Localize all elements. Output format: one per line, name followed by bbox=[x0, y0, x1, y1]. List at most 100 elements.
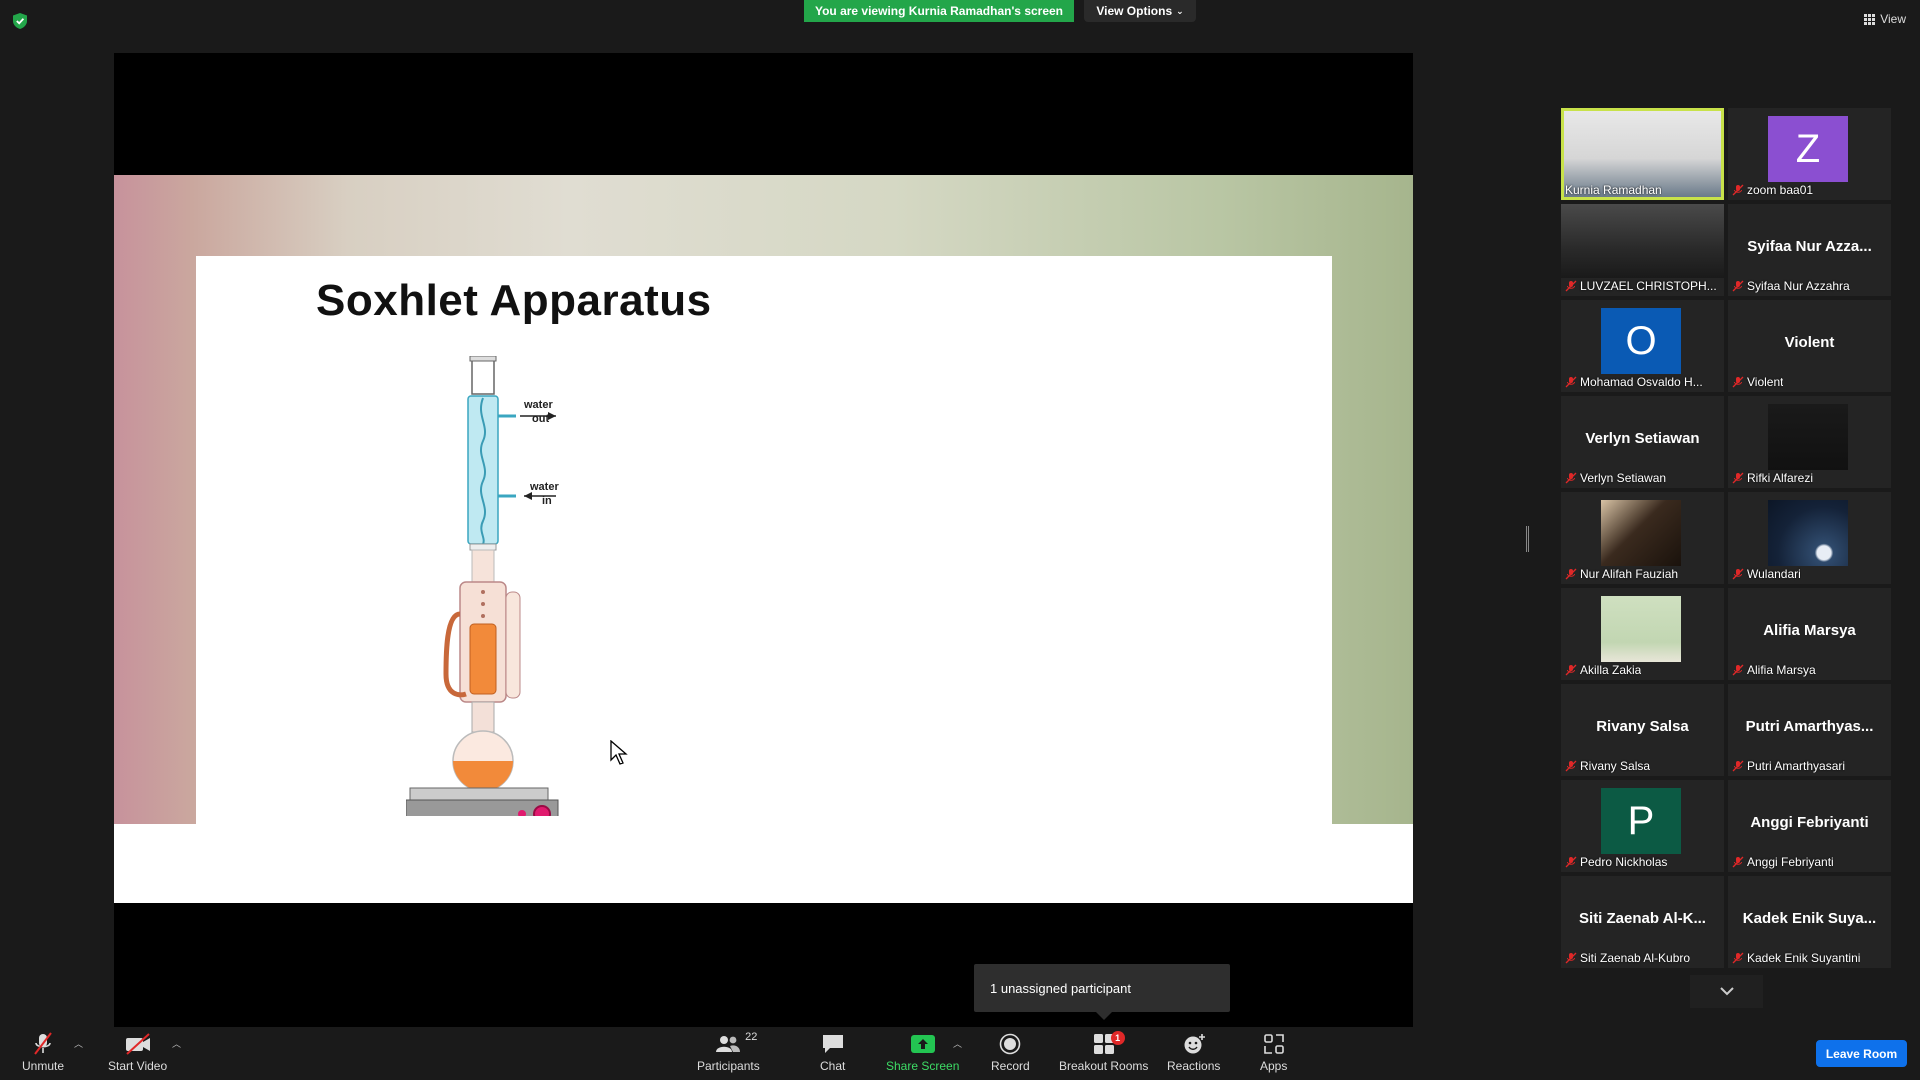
share-screen-label: Share Screen bbox=[886, 1059, 960, 1073]
participant-tile[interactable]: Zzoom baa01 bbox=[1728, 108, 1891, 200]
participant-name-label: Alifia Marsya bbox=[1732, 663, 1816, 677]
participants-icon bbox=[716, 1036, 741, 1052]
participant-tile[interactable]: Verlyn Setiawan Verlyn Setiawan bbox=[1561, 396, 1724, 488]
participant-name: Wulandari bbox=[1747, 567, 1801, 581]
participant-name: LUVZAEL CHRISTOPH... bbox=[1580, 279, 1717, 293]
participant-name-label: Anggi Febriyanti bbox=[1732, 855, 1834, 869]
participant-name: zoom baa01 bbox=[1747, 183, 1814, 197]
record-button[interactable]: Record bbox=[991, 1031, 1030, 1073]
breakout-rooms-label: Breakout Rooms bbox=[1059, 1059, 1149, 1073]
start-video-button[interactable]: Start Video bbox=[108, 1031, 167, 1073]
audio-options-caret-icon[interactable]: ︿ bbox=[74, 1037, 83, 1050]
participant-display-name: Putri Amarthyas... bbox=[1745, 718, 1874, 735]
record-label: Record bbox=[991, 1059, 1030, 1073]
zoom-meeting-window: You are viewing Kurnia Ramadhan's screen… bbox=[0, 0, 1920, 1080]
reactions-label: Reactions bbox=[1167, 1059, 1221, 1073]
participant-tile[interactable]: Rivany Salsa Rivany Salsa bbox=[1561, 684, 1724, 776]
participant-gallery: Kurnia Ramadhan Zzoom baa01 LUVZAEL CHRIST… bbox=[1561, 108, 1891, 968]
participant-name-label: Putri Amarthyasari bbox=[1732, 759, 1845, 773]
microphone-muted-icon bbox=[1732, 760, 1744, 772]
water-in-label-1: water bbox=[529, 481, 559, 493]
microphone-muted-icon bbox=[1565, 664, 1577, 676]
video-thumbnail bbox=[1561, 204, 1724, 278]
microphone-muted-icon bbox=[1732, 664, 1744, 676]
participant-tile[interactable]: Akilla Zakia bbox=[1561, 588, 1724, 680]
video-options-caret-icon[interactable]: ︿ bbox=[172, 1037, 181, 1050]
water-in-label-2: in bbox=[542, 495, 552, 507]
participant-name-label: Rivany Salsa bbox=[1565, 759, 1650, 773]
panel-resize-handle[interactable] bbox=[1526, 526, 1529, 552]
view-options-button[interactable]: View Options ⌄ bbox=[1084, 0, 1196, 22]
avatar: Z bbox=[1768, 116, 1848, 182]
microphone-muted-icon bbox=[1565, 472, 1577, 484]
viewing-screen-banner: You are viewing Kurnia Ramadhan's screen bbox=[804, 0, 1074, 22]
mouse-cursor-icon bbox=[610, 740, 628, 765]
participant-tile[interactable]: Siti Zaenab Al-K... Siti Zaenab Al-Kubro bbox=[1561, 876, 1724, 968]
participants-button[interactable]: 22 Participants bbox=[697, 1031, 760, 1073]
participant-name-label: Akilla Zakia bbox=[1565, 663, 1641, 677]
view-button[interactable]: View bbox=[1864, 12, 1906, 26]
view-options-label: View Options bbox=[1096, 4, 1173, 18]
video-off-icon bbox=[125, 1033, 150, 1055]
microphone-muted-icon bbox=[1565, 760, 1577, 772]
microphone-muted-icon bbox=[1732, 280, 1744, 292]
participant-name: Pedro Nickholas bbox=[1580, 855, 1668, 869]
participant-tile[interactable]: Violent Violent bbox=[1728, 300, 1891, 392]
apps-button[interactable]: Apps bbox=[1260, 1031, 1287, 1073]
participant-name: Kurnia Ramadhan bbox=[1565, 183, 1662, 197]
participant-name-label: Kurnia Ramadhan bbox=[1565, 183, 1662, 197]
share-screen-button[interactable]: Share Screen bbox=[886, 1031, 959, 1073]
participant-tile[interactable]: Nur Alifah Fauziah bbox=[1561, 492, 1724, 584]
participant-tile[interactable]: Anggi Febriyanti Anggi Febriyanti bbox=[1728, 780, 1891, 872]
participant-name: Akilla Zakia bbox=[1580, 663, 1642, 677]
participant-tile[interactable]: Wulandari bbox=[1728, 492, 1891, 584]
participant-name: Kadek Enik Suyantini bbox=[1747, 951, 1861, 965]
unmute-button[interactable]: Unmute bbox=[22, 1031, 64, 1073]
participant-name: Mohamad Osvaldo H... bbox=[1580, 375, 1703, 389]
participant-tile[interactable]: Alifia Marsya Alifia Marsya bbox=[1728, 588, 1891, 680]
participant-name-label: Rifki Alfarezi bbox=[1732, 471, 1813, 485]
microphone-muted-icon bbox=[1565, 952, 1577, 964]
security-shield-icon[interactable] bbox=[12, 12, 28, 30]
slide-title: Soxhlet Apparatus bbox=[316, 276, 712, 325]
share-options-caret-icon[interactable]: ︿ bbox=[953, 1037, 962, 1050]
participant-tile[interactable]: Kurnia Ramadhan bbox=[1561, 108, 1724, 200]
start-video-label: Start Video bbox=[108, 1059, 168, 1073]
participant-tile[interactable]: Kadek Enik Suya... Kadek Enik Suyantini bbox=[1728, 876, 1891, 968]
participant-name: Putri Amarthyasari bbox=[1747, 759, 1846, 773]
gallery-next-page-button[interactable] bbox=[1690, 975, 1763, 1008]
shared-screen[interactable]: Soxhlet Apparatus water out water in bbox=[114, 53, 1413, 1027]
chevron-down-icon bbox=[1719, 987, 1734, 996]
reactions-smiley-icon bbox=[1184, 1034, 1205, 1054]
microphone-muted-icon bbox=[1732, 376, 1744, 388]
reactions-button[interactable]: Reactions bbox=[1167, 1031, 1220, 1073]
unassigned-participant-toast[interactable]: 1 unassigned participant bbox=[974, 964, 1230, 1012]
participant-name: Anggi Febriyanti bbox=[1747, 855, 1834, 869]
chat-button[interactable]: Chat bbox=[820, 1031, 845, 1073]
breakout-rooms-badge: 1 bbox=[1110, 1031, 1125, 1045]
chevron-down-icon: ⌄ bbox=[1176, 5, 1184, 16]
record-icon bbox=[1000, 1033, 1021, 1055]
avatar: O bbox=[1601, 308, 1681, 374]
participant-tile[interactable]: LUVZAEL CHRISTOPH... bbox=[1561, 204, 1724, 296]
video-thumbnail bbox=[1768, 404, 1848, 470]
microphone-muted-icon bbox=[1732, 184, 1744, 196]
participant-tile[interactable]: Putri Amarthyas... Putri Amarthyasari bbox=[1728, 684, 1891, 776]
breakout-rooms-button[interactable]: 1 Breakout Rooms bbox=[1059, 1031, 1148, 1073]
participant-tile[interactable]: O Mohamad Osvaldo H... bbox=[1561, 300, 1724, 392]
video-thumbnail bbox=[1768, 500, 1848, 566]
chat-icon bbox=[822, 1035, 843, 1053]
participant-display-name: Kadek Enik Suya... bbox=[1742, 910, 1877, 927]
participant-name: Syifaa Nur Azzahra bbox=[1747, 279, 1850, 293]
microphone-muted-icon bbox=[1732, 952, 1744, 964]
leave-room-button[interactable]: Leave Room bbox=[1816, 1040, 1907, 1067]
participant-tile[interactable]: P Pedro Nickholas bbox=[1561, 780, 1724, 872]
participant-tile[interactable]: Rifki Alfarezi bbox=[1728, 396, 1891, 488]
participant-name: Nur Alifah Fauziah bbox=[1580, 567, 1679, 581]
participant-tile[interactable]: Syifaa Nur Azza... Syifaa Nur Azzahra bbox=[1728, 204, 1891, 296]
share-screen-icon bbox=[910, 1035, 935, 1053]
participant-name-label: zoom baa01 bbox=[1732, 183, 1813, 197]
participant-display-name: Anggi Febriyanti bbox=[1750, 814, 1869, 831]
video-thumbnail bbox=[1601, 500, 1681, 566]
participant-display-name: Siti Zaenab Al-K... bbox=[1579, 910, 1706, 927]
